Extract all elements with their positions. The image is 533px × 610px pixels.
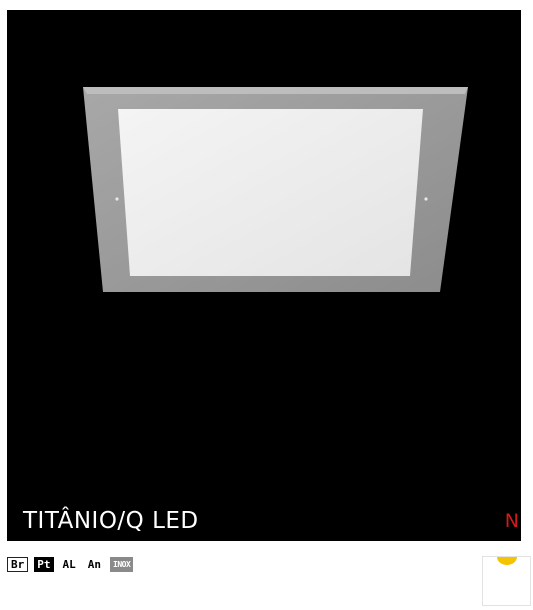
product-title: TITÂNIO/Q LED (23, 508, 199, 534)
luminaire-diffuser (118, 109, 423, 276)
finish-options: Br Pt AL An INOX (7, 557, 134, 572)
finish-br[interactable]: Br (7, 557, 29, 572)
finish-an[interactable]: An (85, 557, 104, 572)
led-bulb-icon (482, 556, 531, 606)
new-badge: N (504, 510, 519, 532)
finish-al[interactable]: AL (60, 557, 79, 572)
product-image (83, 87, 468, 292)
finish-inox[interactable]: INOX (110, 557, 134, 572)
product-hero: TITÂNIO/Q LED N (7, 10, 521, 541)
finish-pt[interactable]: Pt (34, 557, 54, 572)
